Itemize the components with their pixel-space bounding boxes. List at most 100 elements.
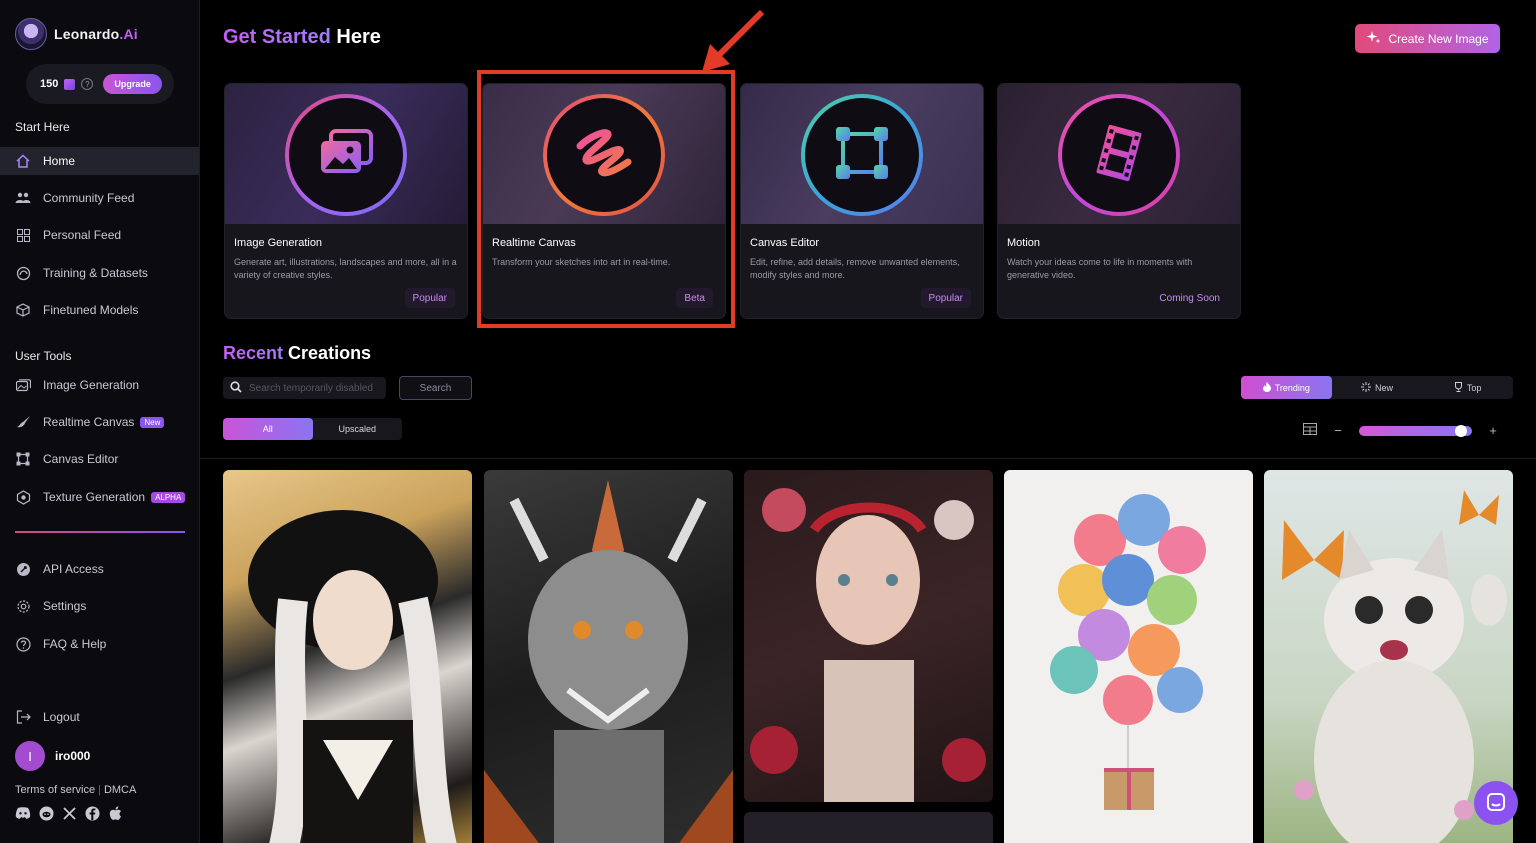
user-profile[interactable]: I iro000 [15,741,90,771]
zoom-slider[interactable] [1359,424,1472,437]
page-title: Get Started Here [223,26,381,48]
search-icon [230,380,242,396]
card-motion[interactable]: Motion Watch your ideas come to life in … [997,83,1241,319]
card-icon-ring [801,94,923,216]
sidebar-item-label: FAQ & Help [43,637,107,651]
flame-icon [1262,381,1271,394]
legal-links: Terms of service | DMCA [15,784,136,796]
gallery-image-floral-woman[interactable] [744,470,993,802]
sidebar-item-label: Community Feed [43,191,135,205]
gallery-image-partial[interactable] [744,812,993,843]
zoom-out-icon[interactable]: − [1331,423,1345,438]
image-art [1282,490,1507,843]
image-stack-icon [317,128,375,182]
tab-trending-label: Trending [1274,382,1310,393]
sidebar-divider [15,531,185,533]
gallery-image-dragon[interactable] [484,470,733,843]
dmca-link[interactable]: DMCA [104,784,136,796]
recent-creations-title: Recent Creations [223,343,372,363]
legal-separator: | [98,784,101,796]
sidebar-item-label: Canvas Editor [43,452,119,466]
sidebar-item-image-generation[interactable]: Image Generation [0,371,199,399]
section-start-here: Start Here [15,120,70,134]
sidebar-item-settings[interactable]: Settings [0,592,199,620]
logout-icon [15,709,31,725]
sidebar-item-faq-help[interactable]: FAQ & Help [0,630,199,658]
sidebar-item-label: Training & Datasets [43,266,148,280]
chat-support-button[interactable] [1474,781,1518,825]
sidebar-item-api-access[interactable]: API Access [0,555,199,583]
card-tag: Popular [920,288,971,308]
card-title: Canvas Editor [750,237,820,249]
zoom-slider-knob[interactable] [1454,424,1467,437]
tab-top[interactable]: Top [1422,376,1513,399]
username: iro000 [55,749,91,763]
search-box [223,377,386,399]
reddit-icon[interactable] [38,805,54,821]
social-links [15,805,123,821]
sidebar-item-label: Home [43,154,76,168]
cube-icon [15,302,31,318]
search-button[interactable]: Search [399,376,472,400]
sidebar-item-training-datasets[interactable]: Training & Datasets [0,259,199,287]
info-icon[interactable]: ? [81,78,94,90]
x-icon[interactable] [61,805,77,821]
gallery-image-balloons[interactable] [1004,470,1253,843]
sidebar-item-personal-feed[interactable]: Personal Feed [0,221,199,249]
sidebar-item-canvas-editor[interactable]: Canvas Editor [0,445,199,473]
api-icon [15,561,31,577]
tab-upscaled[interactable]: Upscaled [313,418,403,440]
brand[interactable]: Leonardo.Ai [15,18,138,50]
tab-top-label: Top [1466,382,1482,393]
avatar: I [15,741,45,771]
sidebar-item-home[interactable]: Home [0,147,199,175]
card-description: Generate art, illustrations, landscapes … [234,257,457,280]
tab-new[interactable]: New [1332,376,1423,399]
image-art [750,488,986,802]
sidebar-item-label: API Access [43,562,104,576]
facebook-icon[interactable] [84,805,100,821]
apple-icon[interactable] [107,805,123,821]
card-image-generation[interactable]: Image Generation Generate art, illustrat… [224,83,468,319]
sparkle-burst-icon [1361,381,1371,394]
card-description: Watch your ideas come to life in moments… [1007,257,1193,280]
credits-amount: 150 [40,78,59,90]
users-icon [15,190,31,206]
layout-grid-icon[interactable] [1303,423,1317,438]
terms-link[interactable]: Terms of service [15,784,95,796]
logout-button[interactable]: Logout [0,703,199,731]
trophy-icon [1454,381,1463,394]
brand-logo [15,18,47,50]
create-new-image-label: Create New Image [1388,31,1489,46]
gallery-image-anime-woman[interactable] [223,470,472,843]
tab-all[interactable]: All [223,418,313,440]
highlight-box [477,70,735,328]
sidebar-item-realtime-canvas[interactable]: Realtime Canvas New [0,408,199,436]
sort-tabs: Trending New Top [1241,376,1513,399]
gear-icon [15,598,31,614]
sidebar-item-label: Texture Generation [43,490,146,504]
main-content: Get Started Here Create New Image Image … [200,0,1536,843]
card-canvas-editor[interactable]: Canvas Editor Edit, refine, add details,… [740,83,984,319]
texture-icon [15,489,31,505]
tab-trending[interactable]: Trending [1241,376,1332,399]
sidebar-item-label: Personal Feed [43,228,122,242]
gallery-image-kitten-butterfly[interactable] [1264,470,1513,843]
search-input[interactable] [249,382,379,394]
image-icon [15,377,31,393]
grid-icon [15,227,31,243]
sidebar-item-texture-generation[interactable]: Texture Generation ALPHA [0,483,199,511]
create-new-image-button[interactable]: Create New Image [1355,24,1500,53]
upgrade-button[interactable]: Upgrade [103,74,162,94]
film-icon [1090,124,1148,187]
card-title: Motion [1007,237,1041,249]
sidebar-item-finetuned-models[interactable]: Finetuned Models [0,296,199,324]
zoom-in-icon[interactable]: + [1486,423,1500,438]
discord-icon[interactable] [15,805,31,821]
canvas-icon [15,451,31,467]
sidebar-item-community-feed[interactable]: Community Feed [0,184,199,212]
filter-tabs: All Upscaled [223,418,402,440]
chat-icon [1486,792,1506,815]
card-description: Edit, refine, add details, remove unwant… [750,257,960,280]
card-tag: Popular [404,288,455,308]
